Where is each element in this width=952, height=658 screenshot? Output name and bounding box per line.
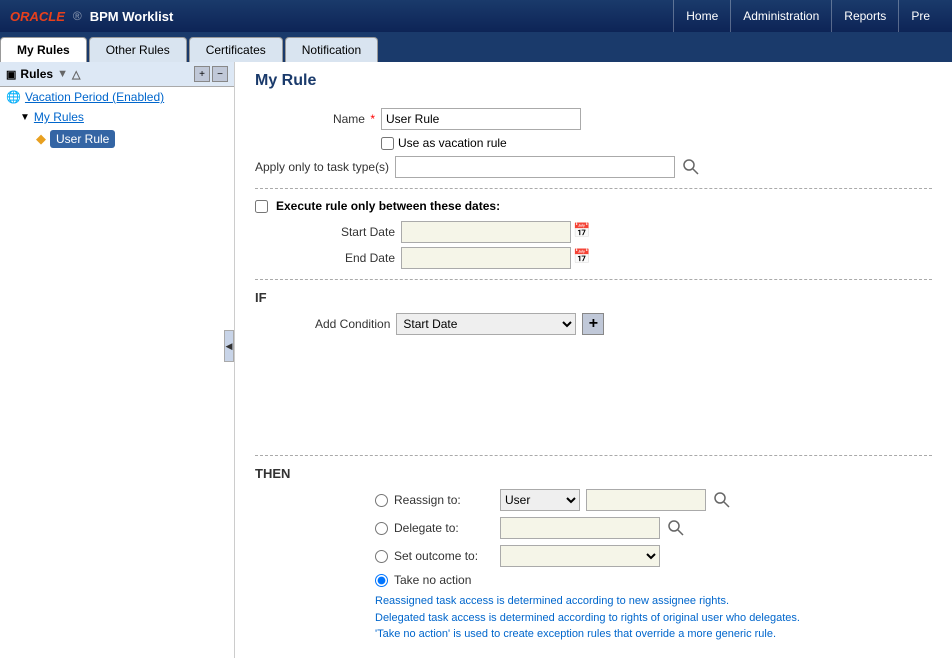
reassign-user-input[interactable] xyxy=(586,489,706,511)
start-date-row: Start Date 📅 xyxy=(315,221,932,243)
delegate-radio[interactable] xyxy=(375,522,388,535)
oracle-logo: ORACLE xyxy=(10,9,65,24)
reassign-search-btn[interactable] xyxy=(712,490,732,510)
top-header: ORACLE ® BPM Worklist Home Administratio… xyxy=(0,0,952,32)
tab-my-rules[interactable]: My Rules xyxy=(0,37,87,62)
rules-label: Rules xyxy=(20,67,53,81)
condition-select[interactable]: Start Date End Date Priority Task Type xyxy=(396,313,576,335)
sidebar-header: ▣ Rules ▼ △ + − xyxy=(0,62,234,87)
end-date-label: End Date xyxy=(315,251,395,265)
task-type-label: Apply only to task type(s) xyxy=(255,160,389,174)
sort-icon: ▼ xyxy=(57,68,68,80)
outcome-label: Set outcome to: xyxy=(394,549,494,563)
reassign-type-select[interactable]: User Group Role xyxy=(500,489,580,511)
bpm-title: BPM Worklist xyxy=(90,9,174,24)
then-label: THEN xyxy=(255,466,932,481)
if-label: IF xyxy=(255,290,932,305)
info-line-3: 'Take no action' is used to create excep… xyxy=(375,626,932,643)
start-date-label: Start Date xyxy=(315,225,395,239)
delegate-label: Delegate to: xyxy=(394,521,494,535)
reassign-search-icon xyxy=(713,491,731,509)
outcome-select[interactable] xyxy=(500,545,660,567)
logo-separator: ® xyxy=(73,9,82,23)
user-rule-label: User Rule xyxy=(50,130,115,148)
add-condition-label: Add Condition xyxy=(315,317,390,331)
task-type-row: Apply only to task type(s) xyxy=(255,156,932,178)
sidebar-controls: + − xyxy=(194,66,228,82)
take-no-action-row: Take no action xyxy=(375,573,932,587)
nav-pre[interactable]: Pre xyxy=(898,0,942,32)
outcome-radio[interactable] xyxy=(375,550,388,563)
expand-icon: △ xyxy=(72,68,80,81)
info-line-1: Reassigned task access is determined acc… xyxy=(375,593,932,610)
task-type-input[interactable] xyxy=(395,156,675,178)
vacation-checkbox[interactable] xyxy=(381,137,394,150)
tab-certificates[interactable]: Certificates xyxy=(189,37,283,62)
divider-1 xyxy=(255,188,932,189)
name-input[interactable] xyxy=(381,108,581,130)
end-date-calendar-icon[interactable]: 📅 xyxy=(573,248,593,268)
add-condition-btn[interactable]: + xyxy=(582,313,604,335)
name-label: Name * xyxy=(255,112,375,126)
tree-collapse-icon[interactable]: ▣ xyxy=(6,68,16,81)
nav-administration[interactable]: Administration xyxy=(730,0,831,32)
nav-reports[interactable]: Reports xyxy=(831,0,898,32)
vacation-checkbox-row: Use as vacation rule xyxy=(381,136,932,150)
outcome-row: Set outcome to: xyxy=(375,545,932,567)
delegate-input[interactable] xyxy=(500,517,660,539)
then-section: THEN Reassign to: User Group Role xyxy=(255,466,932,643)
info-text-area: Reassigned task access is determined acc… xyxy=(375,593,932,643)
execute-dates-checkbox[interactable] xyxy=(255,200,268,213)
sidebar-header-title: ▣ Rules ▼ △ xyxy=(6,67,80,81)
reassign-radio[interactable] xyxy=(375,494,388,507)
user-rule-item[interactable]: ◆ User Rule xyxy=(0,127,234,151)
add-condition-row: Add Condition Start Date End Date Priori… xyxy=(315,313,932,335)
diamond-icon: ◆ xyxy=(36,131,46,147)
vacation-checkbox-label: Use as vacation rule xyxy=(398,136,507,150)
start-date-input[interactable] xyxy=(401,221,571,243)
nav-home[interactable]: Home xyxy=(673,0,730,32)
delegate-search-icon xyxy=(667,519,685,537)
delegate-search-btn[interactable] xyxy=(666,518,686,538)
vacation-period-item[interactable]: 🌐 Vacation Period (Enabled) xyxy=(0,87,234,107)
start-date-calendar-icon[interactable]: 📅 xyxy=(573,222,593,242)
expand-arrow[interactable]: ▼ xyxy=(20,112,30,123)
search-icon xyxy=(682,158,700,176)
content-area: My Rule Name * Use as vacation rule Appl… xyxy=(235,62,952,658)
take-no-action-radio[interactable] xyxy=(375,574,388,587)
sidebar-remove-btn[interactable]: − xyxy=(212,66,228,82)
reassign-label: Reassign to: xyxy=(394,493,494,507)
vacation-period-label: Vacation Period (Enabled) xyxy=(25,90,164,104)
sidebar: ▣ Rules ▼ △ + − 🌐 Vacation Period (Enabl… xyxy=(0,62,235,658)
sidebar-add-btn[interactable]: + xyxy=(194,66,210,82)
top-nav: Home Administration Reports Pre xyxy=(673,0,942,32)
execute-dates-label: Execute rule only between these dates: xyxy=(276,199,500,213)
globe-icon: 🌐 xyxy=(6,90,21,104)
required-marker: * xyxy=(370,112,375,126)
take-no-action-label: Take no action xyxy=(394,573,494,587)
my-rules-label: My Rules xyxy=(34,110,84,124)
execute-dates-row: Execute rule only between these dates: xyxy=(255,199,932,213)
name-row: Name * xyxy=(255,108,932,130)
end-date-row: End Date 📅 xyxy=(315,247,932,269)
delegate-row: Delegate to: xyxy=(375,517,932,539)
my-rules-item[interactable]: ▼ My Rules xyxy=(0,107,234,127)
end-date-input[interactable] xyxy=(401,247,571,269)
if-section: IF Add Condition Start Date End Date Pri… xyxy=(255,290,932,335)
task-search-btn[interactable] xyxy=(681,157,701,177)
tab-bar: My Rules Other Rules Certificates Notifi… xyxy=(0,32,952,62)
tab-other-rules[interactable]: Other Rules xyxy=(89,37,187,62)
info-line-2: Delegated task access is determined acco… xyxy=(375,610,932,627)
page-title: My Rule xyxy=(255,72,932,94)
divider-2 xyxy=(255,279,932,280)
main-layout: ▣ Rules ▼ △ + − 🌐 Vacation Period (Enabl… xyxy=(0,62,952,658)
divider-3 xyxy=(255,455,932,456)
sidebar-collapse-handle[interactable]: ◀ xyxy=(224,330,234,362)
tab-notification[interactable]: Notification xyxy=(285,37,378,62)
reassign-row: Reassign to: User Group Role xyxy=(375,489,932,511)
logo-area: ORACLE ® BPM Worklist xyxy=(10,9,173,24)
